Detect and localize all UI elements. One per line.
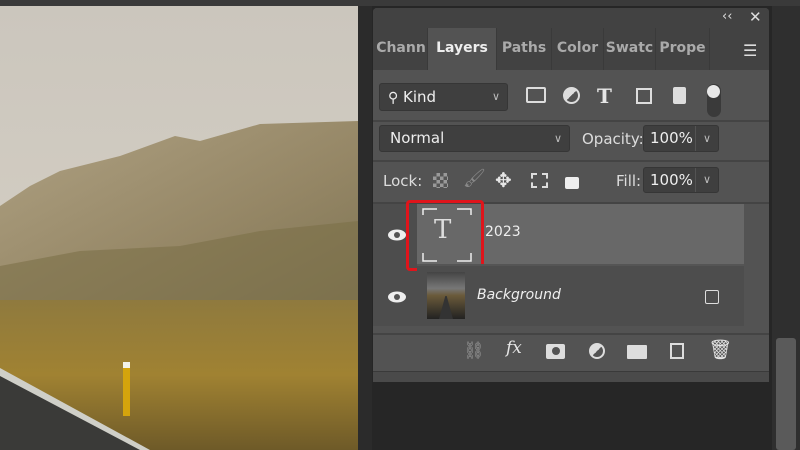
double-chevron-left-icon[interactable]: ‹‹ — [722, 9, 732, 24]
pixel-layer-filter-icon[interactable] — [526, 87, 546, 103]
search-icon: ⚲ — [388, 90, 399, 106]
fill-input[interactable]: 100% ∨ — [643, 167, 719, 193]
shape-layer-filter-icon[interactable] — [636, 88, 652, 104]
chevron-down-icon: ∨ — [491, 90, 500, 103]
panel-gutter — [358, 6, 372, 450]
panel-title-bar: ‹‹ ✕ — [373, 8, 769, 28]
lock-position-move-icon[interactable]: ✥ — [495, 168, 512, 192]
lock-all-icon[interactable] — [565, 177, 579, 189]
chevron-down-icon: ∨ — [553, 132, 562, 145]
adjustment-layer-filter-icon[interactable] — [563, 87, 580, 104]
panel-footer: ⛓ fx 🗑 — [373, 333, 769, 371]
tab-color[interactable]: Color — [552, 28, 604, 70]
chevron-down-icon[interactable]: ∨ — [694, 168, 711, 192]
fill-value: 100% — [650, 171, 693, 189]
layer-lock-icon[interactable] — [705, 290, 719, 304]
tab-channels[interactable]: Chann — [375, 28, 428, 70]
visibility-eye-icon[interactable] — [387, 229, 407, 241]
lock-artboard-icon[interactable] — [531, 173, 548, 188]
opacity-label: Opacity: — [582, 130, 644, 148]
new-group-folder-icon[interactable] — [627, 345, 647, 359]
scrollbar-thumb[interactable] — [776, 338, 796, 450]
text-layer-thumbnail-highlight[interactable]: T — [406, 200, 484, 271]
chevron-down-icon[interactable]: ∨ — [694, 126, 711, 151]
lock-transparent-pixels-icon[interactable] — [433, 173, 448, 188]
panel-tabs: Chann Layers Paths Color Swatc Prope ☰ — [373, 28, 769, 70]
tab-properties[interactable]: Prope — [656, 28, 710, 70]
panel-menu-icon[interactable]: ☰ — [743, 41, 757, 60]
fill-label: Fill: — [616, 172, 642, 190]
filter-toggle[interactable] — [707, 84, 721, 117]
delete-layer-trash-icon[interactable]: 🗑 — [708, 338, 732, 361]
filter-kind-dropdown[interactable]: ⚲ Kind ∨ — [379, 83, 508, 111]
link-layers-icon[interactable]: ⛓ — [463, 341, 485, 361]
close-icon[interactable]: ✕ — [749, 8, 762, 26]
add-mask-icon[interactable] — [546, 344, 565, 359]
panel-resize-grip[interactable] — [373, 371, 769, 382]
smart-object-filter-icon[interactable] — [673, 87, 686, 104]
blend-mode-value: Normal — [390, 129, 445, 147]
type-layer-filter-icon[interactable]: T — [597, 84, 612, 108]
opacity-value: 100% — [650, 129, 693, 147]
landscape-photo — [0, 6, 358, 450]
type-thumbnail-glyph: T — [434, 215, 452, 245]
layer-name[interactable]: 2023 — [485, 224, 521, 240]
lock-label: Lock: — [383, 172, 423, 190]
tab-paths[interactable]: Paths — [497, 28, 552, 70]
blend-mode-dropdown[interactable]: Normal ∨ — [379, 125, 570, 152]
document-canvas[interactable] — [0, 6, 358, 450]
fx-layer-style-icon[interactable]: fx — [506, 338, 522, 358]
opacity-input[interactable]: 100% ∨ — [643, 125, 719, 152]
filter-kind-label: Kind — [403, 88, 437, 106]
layer-name[interactable]: Background — [477, 287, 561, 303]
visibility-eye-icon[interactable] — [387, 291, 407, 303]
background-layer-thumbnail — [427, 272, 465, 319]
new-adjustment-layer-icon[interactable] — [589, 343, 605, 359]
lock-image-pixels-brush-icon[interactable]: 🖌 — [463, 168, 486, 189]
layer-row-background[interactable]: Background — [417, 266, 744, 326]
tab-swatches[interactable]: Swatc — [604, 28, 656, 70]
layers-panel: ‹‹ ✕ Chann Layers Paths Color Swatc Prop… — [373, 8, 769, 382]
new-layer-icon[interactable] — [670, 343, 684, 359]
tab-layers[interactable]: Layers — [428, 28, 497, 70]
